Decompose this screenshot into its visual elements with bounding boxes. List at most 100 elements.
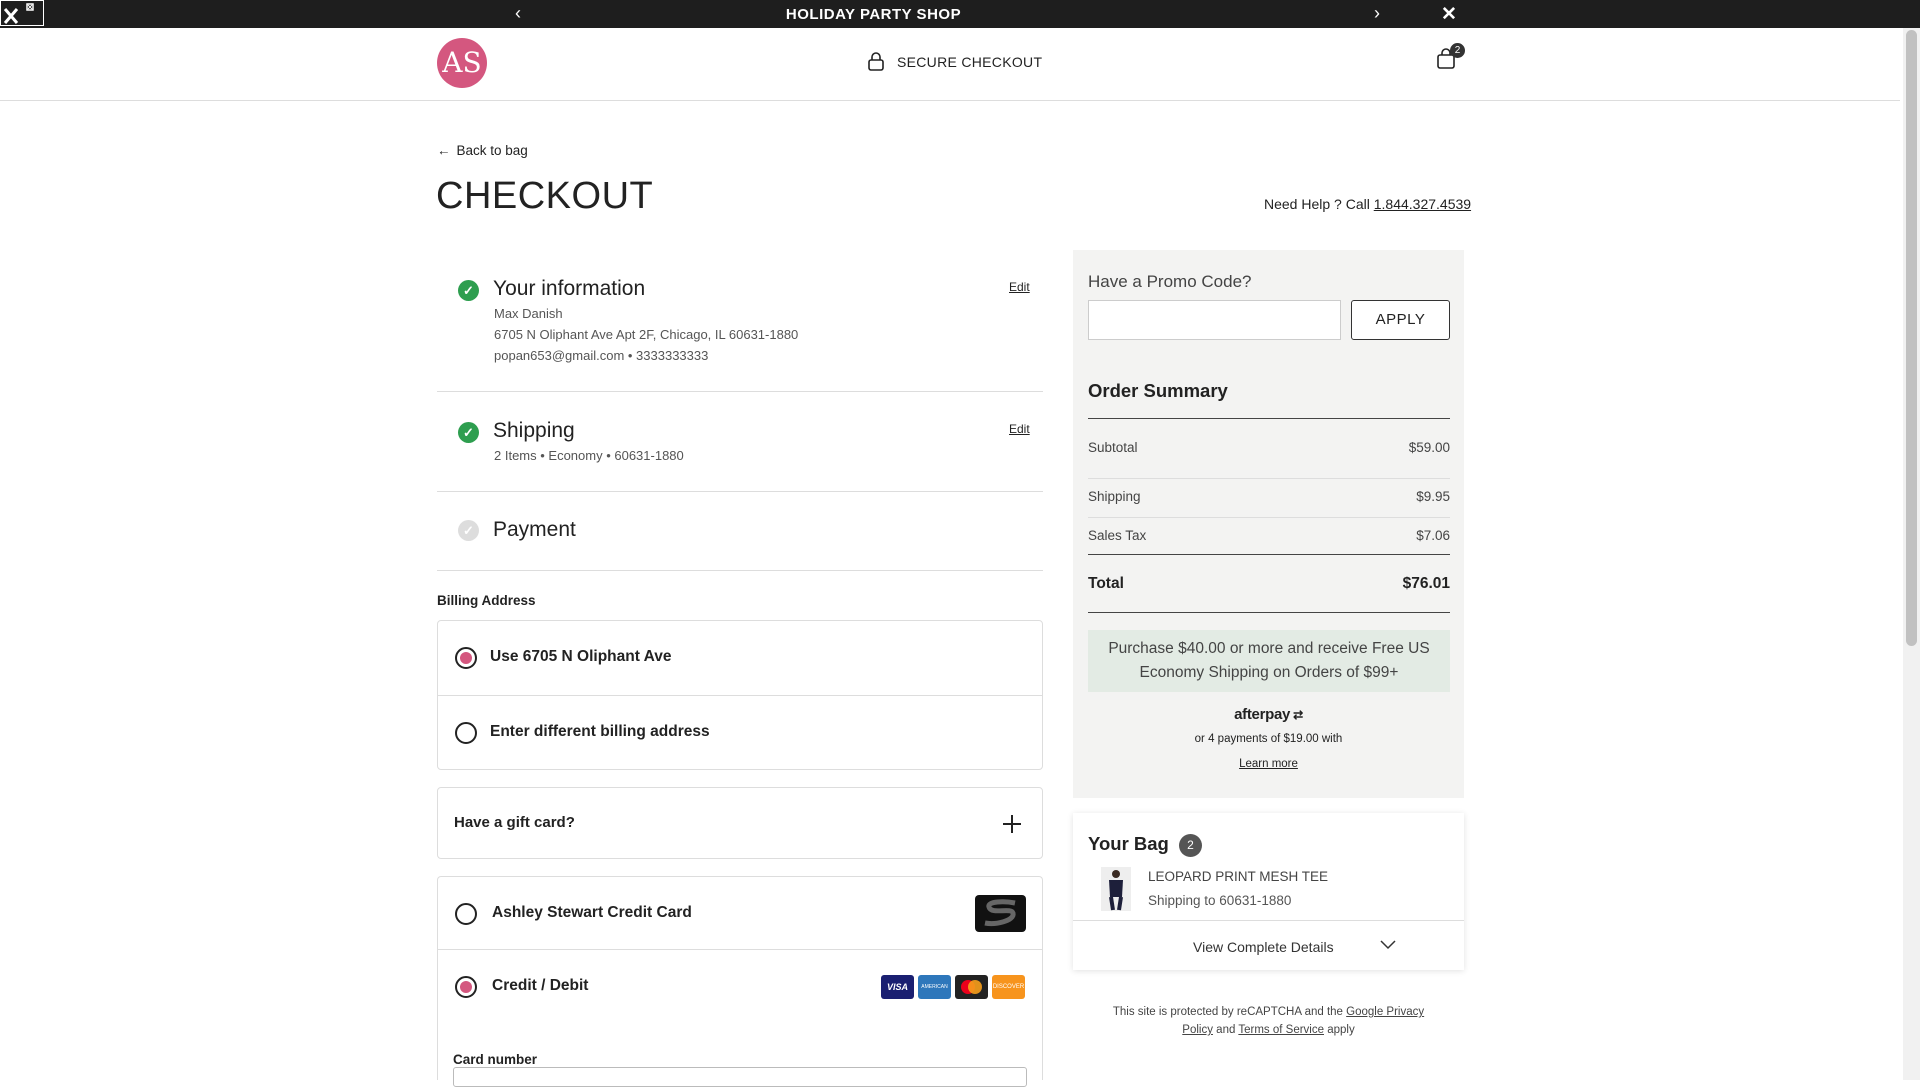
banner-line: Purchase $40.00 or more and receive Free…: [1108, 640, 1430, 657]
your-bag-panel: Your Bag 2 LEOPARD PRINT MESH TEE Shippi…: [1073, 813, 1464, 970]
help-line: Need Help ? Call 1.844.327.4539: [1264, 196, 1471, 212]
amex-icon: AMERICAN: [918, 975, 951, 999]
recaptcha-notice: This site is protected by reCAPTCHA and …: [1073, 1003, 1464, 1039]
radio-icon[interactable]: [455, 903, 477, 925]
shipping-summary: 2 Items • Economy • 60631-1880: [494, 448, 684, 463]
billing-option-label: Use 6705 N Oliphant Ave: [490, 648, 672, 665]
divider: [1088, 554, 1450, 555]
total-label: Total: [1088, 575, 1124, 592]
product-shipping: Shipping to 60631-1880: [1148, 893, 1292, 908]
promo-title[interactable]: HOLIDAY PARTY SHOP: [0, 6, 1747, 23]
step-payment: ✓ Payment: [437, 492, 1043, 571]
ashley-stewart-card-icon: [975, 895, 1026, 932]
payment-methods: Ashley Stewart Credit Card Credit / Debi…: [437, 876, 1043, 1087]
promo-title: Have a Promo Code?: [1088, 272, 1252, 291]
gift-card-toggle[interactable]: Have a gift card?: [437, 787, 1043, 859]
summary-label: Subtotal: [1088, 440, 1138, 455]
summary-row-total: Total $76.01: [1088, 575, 1450, 593]
payment-option-label: Credit / Debit: [492, 977, 589, 994]
step-your-information: ✓ Your information Edit Max Danish 6705 …: [437, 265, 1043, 392]
check-circle-icon: ✓: [458, 422, 479, 443]
afterpay-text: or 4 payments of $19.00 with: [1194, 733, 1343, 745]
check-circle-icon: ✓: [458, 520, 479, 541]
help-prefix: Need Help ? Call: [1264, 196, 1370, 212]
recaptcha-apply: apply: [1327, 1024, 1355, 1036]
apply-promo-button[interactable]: APPLY: [1351, 300, 1450, 340]
afterpay-arrows-icon: ⇄: [1290, 708, 1303, 722]
afterpay-brand: afterpay: [1234, 706, 1291, 723]
banner-line: Economy Shipping on Orders of $99+: [1139, 664, 1399, 681]
terms-of-service-link[interactable]: Terms of Service: [1238, 1024, 1324, 1036]
divider: [1088, 612, 1450, 613]
back-to-bag-link[interactable]: ← Back to bag: [437, 143, 528, 158]
bag-count-badge: 2: [1450, 43, 1465, 58]
radio-selected-icon[interactable]: [455, 647, 477, 669]
secure-checkout-label: SECURE CHECKOUT: [867, 51, 1042, 71]
billing-address-label: Billing Address: [437, 593, 536, 608]
summary-value: $9.95: [1416, 489, 1450, 504]
site-header: AS SECURE CHECKOUT 2: [0, 28, 1900, 101]
brand-logo[interactable]: AS: [437, 38, 487, 88]
billing-option-label: Enter different billing address: [490, 723, 710, 740]
product-thumbnail[interactable]: [1101, 867, 1131, 911]
edit-shipping-link[interactable]: Edit: [1009, 422, 1030, 436]
page-title: CHECKOUT: [436, 175, 654, 217]
customer-contact: popan653@gmail.com • 3333333333: [494, 348, 709, 363]
payment-option-label: Ashley Stewart Credit Card: [492, 904, 692, 921]
promo-top-bar: ‹ HOLIDAY PARTY SHOP › ✕: [0, 0, 1920, 28]
free-shipping-banner: Purchase $40.00 or more and receive Free…: [1088, 630, 1450, 692]
step-shipping: ✓ Shipping Edit 2 Items • Economy • 6063…: [437, 392, 1043, 492]
check-circle-icon: ✓: [458, 280, 479, 301]
view-details-label: View Complete Details: [1193, 939, 1334, 955]
back-to-bag-label: Back to bag: [456, 143, 528, 158]
divider: [1088, 418, 1450, 419]
your-bag-title: Your Bag: [1088, 833, 1169, 854]
bag-count-badge: 2: [1179, 834, 1202, 857]
visa-icon: VISA: [881, 975, 914, 999]
card-number-input[interactable]: [453, 1067, 1027, 1087]
step-heading: Payment: [493, 518, 576, 541]
mastercard-icon: [955, 975, 988, 999]
product-name[interactable]: LEOPARD PRINT MESH TEE: [1148, 869, 1328, 884]
edit-information-link[interactable]: Edit: [1009, 280, 1030, 294]
payment-option-credit-debit[interactable]: Credit / Debit VISA AMERICAN DISCOVER: [438, 950, 1042, 1030]
billing-options: Use 6705 N Oliphant Ave Enter different …: [437, 620, 1043, 770]
gift-card-label: Have a gift card?: [454, 814, 575, 831]
secure-checkout-text: SECURE CHECKOUT: [897, 54, 1043, 70]
customer-name: Max Danish: [494, 306, 563, 321]
total-value: $76.01: [1402, 575, 1450, 592]
shopping-bag-button[interactable]: 2: [1436, 43, 1465, 75]
discover-icon: DISCOVER: [992, 975, 1025, 999]
summary-label: Shipping: [1088, 489, 1141, 504]
billing-option[interactable]: Use 6705 N Oliphant Ave: [438, 621, 1042, 696]
summary-value: $7.06: [1416, 528, 1450, 543]
summary-value: $59.00: [1408, 440, 1450, 455]
step-heading: Your information: [493, 277, 646, 300]
view-complete-details-toggle[interactable]: View Complete Details: [1073, 920, 1464, 970]
recaptcha-and: and: [1216, 1024, 1236, 1036]
privacy-policy-link[interactable]: Policy: [1182, 1024, 1213, 1036]
google-privacy-link[interactable]: Google Privacy: [1346, 1006, 1424, 1018]
plus-icon[interactable]: [1002, 814, 1022, 834]
radio-icon[interactable]: [455, 722, 477, 744]
afterpay-logo: afterpay ⇄: [1073, 706, 1464, 723]
help-phone-link[interactable]: 1.844.327.4539: [1374, 196, 1471, 212]
customer-address: 6705 N Oliphant Ave Apt 2F, Chicago, IL …: [494, 327, 799, 342]
card-brand-logos: VISA AMERICAN DISCOVER: [881, 975, 1025, 999]
arrow-left-icon: ←: [437, 143, 451, 158]
radio-selected-icon[interactable]: [455, 976, 477, 998]
step-heading: Shipping: [493, 419, 575, 442]
payment-option-ashley-card[interactable]: Ashley Stewart Credit Card: [438, 877, 1042, 950]
scrollbar-thumb[interactable]: [1906, 30, 1917, 646]
promo-code-input[interactable]: [1088, 300, 1341, 340]
next-arrow-icon[interactable]: ›: [1374, 3, 1380, 24]
card-number-label: Card number: [453, 1052, 538, 1067]
close-icon[interactable]: ✕: [1441, 3, 1457, 26]
summary-label: Sales Tax: [1088, 528, 1147, 543]
billing-option[interactable]: Enter different billing address: [438, 696, 1042, 771]
afterpay-learn-more-link[interactable]: Learn more: [1073, 758, 1464, 770]
chevron-down-icon: [1380, 940, 1396, 950]
summary-row-subtotal: Subtotal $59.00: [1088, 440, 1450, 479]
order-summary-panel: Have a Promo Code? APPLY Order Summary S…: [1073, 250, 1464, 798]
summary-row-shipping: Shipping $9.95: [1088, 479, 1450, 518]
